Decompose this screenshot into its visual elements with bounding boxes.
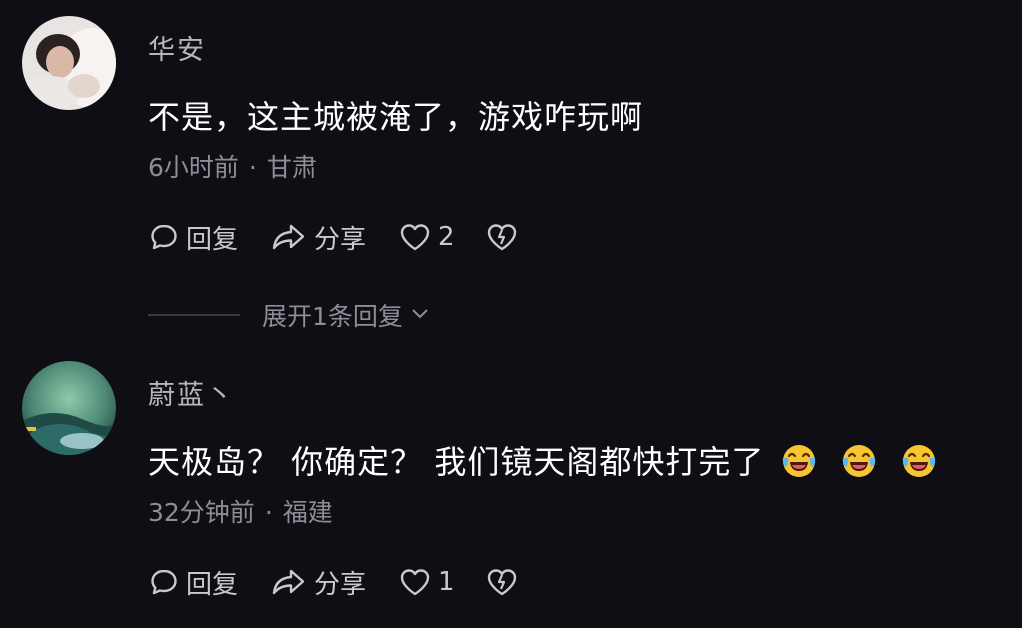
share-button[interactable]: 分享 [270, 564, 366, 601]
share-arrow-icon [270, 566, 308, 598]
reply-label: 回复 [186, 569, 239, 600]
expand-replies[interactable]: 展开1条回复 [148, 297, 431, 333]
laugh-cry-icon [900, 441, 938, 479]
expand-replies-label: 展开1条回复 [262, 302, 403, 331]
broken-heart-icon [485, 566, 519, 598]
speech-bubble-icon [148, 221, 180, 253]
location: 甘肃 [266, 153, 317, 182]
emoji-group [780, 441, 938, 479]
like-count: 2 [438, 222, 455, 252]
heart-icon [398, 221, 432, 253]
timestamp: 6小时前 [148, 153, 239, 182]
location: 福建 [282, 498, 333, 527]
reply-button[interactable]: 回复 [148, 219, 238, 256]
divider [148, 314, 240, 316]
comment-actions: 回复 分享 1 [148, 560, 519, 604]
speech-bubble-icon [148, 566, 180, 598]
comment-meta: 32分钟前 · 福建 [148, 493, 333, 529]
username[interactable]: 蔚蓝丶 [148, 373, 235, 412]
separator: · [248, 153, 257, 182]
separator: · [264, 498, 273, 527]
comment-list: 华安 不是，这主城被淹了，游戏咋玩啊 6小时前 · 甘肃 回复 分享 2 展开1… [0, 0, 1022, 628]
avatar[interactable] [22, 16, 116, 110]
like-button[interactable]: 1 [398, 566, 455, 598]
dislike-button[interactable] [485, 566, 519, 598]
timestamp: 32分钟前 [148, 498, 255, 527]
chevron-down-icon [409, 301, 431, 330]
like-button[interactable]: 2 [398, 221, 455, 253]
share-label: 分享 [314, 569, 367, 600]
like-count: 1 [438, 567, 455, 597]
heart-icon [398, 566, 432, 598]
laugh-cry-icon [780, 441, 818, 479]
dislike-button[interactable] [485, 221, 519, 253]
share-button[interactable]: 分享 [270, 219, 366, 256]
comment-actions: 回复 分享 2 [148, 215, 519, 259]
share-arrow-icon [270, 221, 308, 253]
comment-text: 不是，这主城被淹了，游戏咋玩啊 [148, 98, 644, 136]
avatar[interactable] [22, 361, 116, 455]
broken-heart-icon [485, 221, 519, 253]
reply-button[interactable]: 回复 [148, 564, 238, 601]
comment-text: 天极岛？ 你确定？ 我们镜天阁都快打完了 [148, 437, 938, 483]
comment-text-body: 天极岛？ 你确定？ 我们镜天阁都快打完了 [148, 443, 765, 481]
share-label: 分享 [314, 224, 367, 255]
reply-label: 回复 [186, 224, 239, 255]
username[interactable]: 华安 [148, 28, 206, 67]
laugh-cry-icon [840, 441, 878, 479]
comment-meta: 6小时前 · 甘肃 [148, 148, 317, 184]
